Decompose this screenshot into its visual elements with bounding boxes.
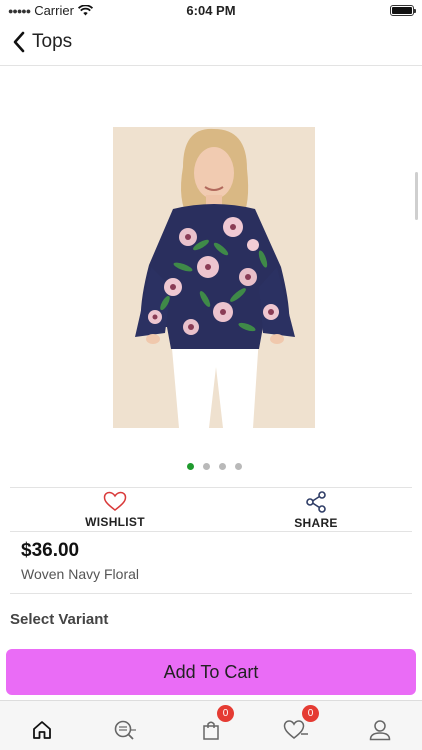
home-icon [33,721,51,739]
product-actions: WISHLIST SHARE [10,487,412,532]
chevron-left-icon [13,31,25,53]
product-image[interactable] [113,127,315,428]
search-icon [114,720,136,740]
pager-dot-2[interactable] [202,463,210,470]
product-photo [113,127,315,428]
pager-dot-3[interactable] [218,463,226,470]
navigation-bar: Tops [0,24,422,66]
wishlist-icon [283,720,308,739]
tab-wishlist[interactable]: 0 [281,705,319,745]
status-time: 6:04 PM [186,3,236,18]
wishlist-label: WISHLIST [85,515,145,529]
pager-dot-1[interactable] [186,463,194,470]
add-to-cart-button[interactable]: Add To Cart [6,649,416,695]
wishlist-button[interactable]: WISHLIST [65,488,165,532]
back-label: Tops [32,31,73,52]
divider [10,593,412,594]
wishlist-badge: 0 [302,705,319,722]
status-bar: ●●●●● Carrier 6:04 PM [0,0,422,22]
share-icon [306,491,326,513]
image-pager [0,463,422,470]
product-price: $36.00 [21,540,80,561]
variant-section-title: Select Variant [10,611,109,628]
tab-cart[interactable]: 0 [196,705,234,745]
product-name: Woven Navy Floral [21,566,140,582]
scroll-indicator[interactable] [415,172,418,220]
pager-dot-4[interactable] [234,463,242,470]
share-button[interactable]: SHARE [266,488,366,532]
cart-badge: 0 [217,705,234,722]
heart-icon [103,491,127,511]
battery-icon [390,5,416,16]
tab-home[interactable] [27,715,57,745]
tab-bar: 0 0 [0,700,422,750]
tab-search[interactable] [110,715,140,745]
tab-profile[interactable] [365,715,395,745]
back-button[interactable]: Tops [10,30,72,54]
cart-icon [203,721,219,740]
profile-icon [369,720,391,741]
share-label: SHARE [294,516,338,530]
